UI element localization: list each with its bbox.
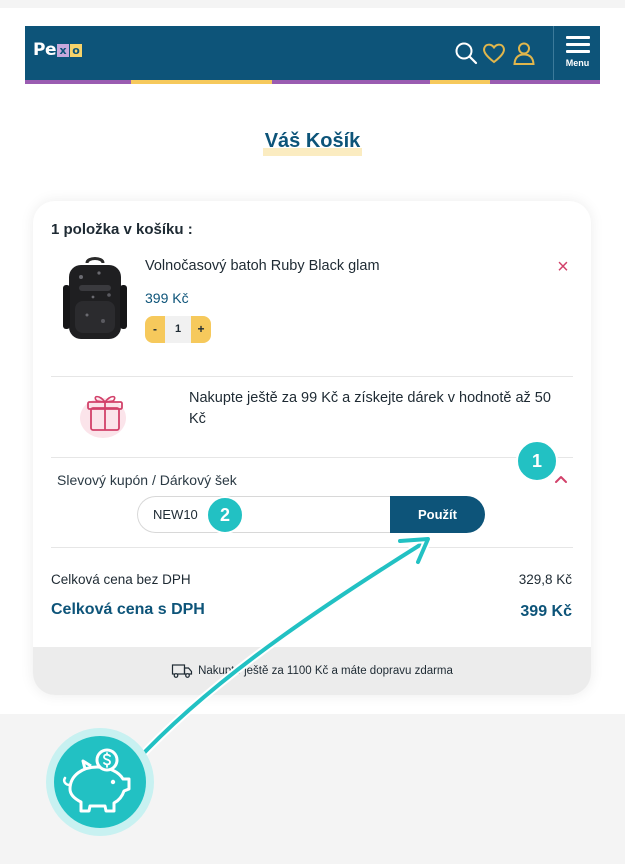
truck-icon [171, 664, 193, 678]
hamburger-icon [566, 36, 590, 57]
remove-item-button[interactable]: × [555, 257, 571, 277]
total-label: Celková cena s DPH [51, 601, 205, 618]
heart-icon[interactable] [481, 40, 507, 66]
step-badge-1: 1 [516, 440, 558, 482]
page-title: Váš Košík [0, 130, 625, 156]
product-price: 399 Kč [145, 290, 189, 306]
divider [51, 457, 573, 458]
cart-card: 1 položka v košíku : Volnočasový batoh R… [33, 201, 591, 695]
quantity-stepper: - 1 + [145, 316, 211, 343]
divider [51, 376, 573, 377]
piggy-bank-icon [46, 728, 154, 836]
subtotal-value: 329,8 Kč [518, 572, 572, 587]
menu-divider [553, 26, 554, 80]
site-header: Pe x o Menu [25, 26, 600, 80]
header-stripe [25, 80, 131, 84]
user-icon[interactable] [511, 40, 537, 66]
decrease-quantity-button[interactable]: - [145, 316, 165, 343]
gift-promo-text: Nakupte ještě za 99 Kč a získejte dárek … [189, 390, 551, 427]
header-stripe [272, 80, 430, 84]
gift-icon [80, 395, 126, 438]
free-shipping-bar: Nakupte ještě za 1100 Kč a máte dopravu … [33, 647, 591, 695]
product-name[interactable]: Volnočasový batoh Ruby Black glam [145, 258, 380, 274]
total-value: 399 Kč [520, 603, 572, 620]
search-icon[interactable] [453, 40, 479, 66]
logo-letter-x: x [57, 43, 69, 57]
header-stripe [430, 80, 490, 84]
cart-count-label: 1 položka v košíku : [51, 221, 193, 238]
logo[interactable]: Pe x o [33, 40, 82, 60]
apply-coupon-button[interactable]: Použít [390, 496, 485, 533]
product-image[interactable] [59, 255, 131, 345]
step-badge-2: 2 [206, 496, 244, 534]
page-title-text: Váš Košík [262, 130, 363, 156]
menu-button[interactable]: Menu [555, 26, 600, 80]
chevron-up-icon[interactable] [553, 471, 569, 487]
subtotal-label: Celková cena bez DPH [51, 572, 191, 587]
logo-letter-o: o [70, 43, 82, 57]
coupon-label[interactable]: Slevový kupón / Dárkový šek [57, 472, 237, 488]
divider [51, 547, 573, 548]
logo-text: Pe [33, 40, 57, 60]
increase-quantity-button[interactable]: + [191, 316, 211, 343]
header-stripe [490, 80, 600, 84]
header-stripe [131, 80, 272, 84]
coupon-input[interactable] [137, 496, 402, 533]
free-shipping-text: Nakupte ještě za 1100 Kč a máte dopravu … [198, 665, 453, 677]
menu-label: Menu [565, 58, 590, 68]
quantity-value[interactable]: 1 [165, 316, 191, 343]
